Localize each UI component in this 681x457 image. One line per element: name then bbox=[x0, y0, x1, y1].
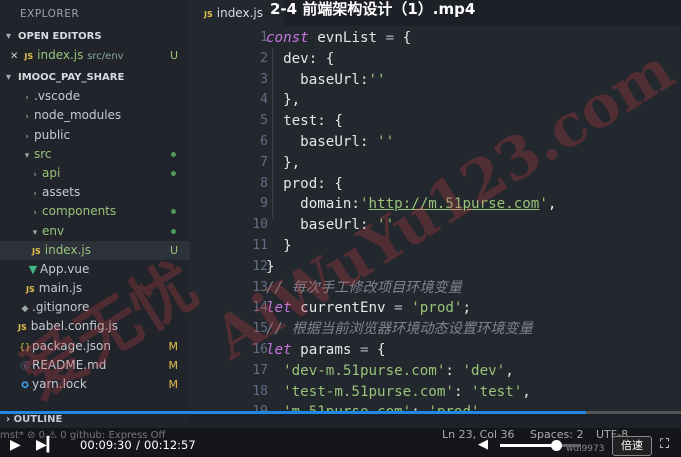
code-line: 12} bbox=[252, 258, 275, 275]
chevron-right-icon: › bbox=[6, 414, 11, 425]
js-file-icon: JS bbox=[204, 10, 213, 19]
tree-item-assets[interactable]: › assets bbox=[0, 183, 190, 202]
code-line: 6 baseUrl: '' bbox=[260, 133, 395, 150]
url-link[interactable]: http://m.51purse.com bbox=[369, 196, 540, 212]
player-controls: mst* ⊘ 0 ⚠ 0 github: Express Off Ln 23, … bbox=[0, 428, 681, 457]
yarn-icon: ✪ bbox=[21, 381, 29, 391]
tree-item-src[interactable]: ▾ src bbox=[0, 145, 190, 164]
code-line: 7 }, bbox=[260, 154, 301, 171]
chevron-down-icon: ▾ bbox=[6, 72, 12, 84]
outline-header[interactable]: › OUTLINE bbox=[0, 412, 190, 428]
close-icon[interactable]: ✕ bbox=[10, 51, 18, 62]
vue-file-icon: ▼ bbox=[28, 262, 38, 276]
video-progress-bar[interactable] bbox=[0, 411, 681, 414]
video-title: 2-4 前端架构设计（1）.mp4 bbox=[270, 0, 476, 18]
open-editor-item[interactable]: ✕ JS index.js src/env U bbox=[0, 46, 190, 65]
chevron-down-icon: ▾ bbox=[6, 31, 12, 42]
code-line: 8 prod: { bbox=[260, 175, 343, 192]
project-header[interactable]: ▾ IMOOC_PAY_SHARE bbox=[0, 69, 190, 87]
code-line: 1 const evnList = { bbox=[260, 30, 412, 46]
code-line: 10 baseUrl: '' bbox=[252, 217, 395, 234]
tree-item-yarn-lock[interactable]: ✪ yarn.lock M bbox=[0, 375, 190, 394]
modified-badge: M bbox=[168, 339, 179, 353]
js-file-icon: JS bbox=[26, 285, 35, 295]
time-separator: / bbox=[136, 438, 140, 452]
code-line: 18 'test-m.51purse.com': 'test', bbox=[252, 383, 531, 400]
controls-row: ▶ ▶▎ 00:09:30 / 00:12:57 ◀ 倍速 ⛶ bbox=[0, 434, 681, 456]
play-icon[interactable]: ▶ bbox=[10, 434, 21, 456]
fullscreen-icon[interactable]: ⛶ bbox=[660, 434, 669, 456]
speed-button[interactable]: 倍速 bbox=[612, 436, 652, 456]
tree-item-components[interactable]: › components bbox=[0, 202, 190, 221]
explorer-sidebar: EXPLORER ▾ OPEN EDITORS ✕ JS index.js src/e… bbox=[0, 0, 190, 412]
js-file-icon: JS bbox=[24, 52, 34, 61]
tree-item-babel-config[interactable]: JS babel.config.js bbox=[0, 317, 190, 336]
tree-item-readme[interactable]: ⓘ README.md M bbox=[0, 356, 190, 375]
untracked-badge: U bbox=[169, 49, 178, 62]
code-line: 4 }, bbox=[260, 92, 301, 109]
tree-item-app-vue[interactable]: ▼ App.vue bbox=[0, 260, 190, 279]
code-line: 5 test: { bbox=[260, 113, 343, 130]
volume-fill bbox=[500, 444, 556, 447]
code-line: 3 baseUrl:'' bbox=[260, 71, 386, 88]
open-editor-name: index.js bbox=[37, 48, 84, 62]
modified-badge: M bbox=[168, 378, 179, 391]
tree-item-public[interactable]: › public bbox=[0, 126, 190, 145]
tree-item-env-index-js[interactable]: JS index.js U bbox=[0, 240, 190, 260]
volume-knob[interactable] bbox=[551, 440, 562, 451]
volume-icon[interactable]: ◀ bbox=[478, 434, 488, 456]
js-file-icon: JS bbox=[18, 323, 27, 333]
tree-item-main-js[interactable]: JS main.js bbox=[0, 279, 190, 298]
tree-item-vscode[interactable]: › .vscode bbox=[0, 87, 190, 106]
next-icon[interactable]: ▶▎ bbox=[36, 434, 58, 456]
untracked-badge: U bbox=[169, 243, 178, 257]
volume-slider[interactable] bbox=[500, 440, 580, 451]
tree-item-package-json[interactable]: {}package.json M bbox=[0, 337, 190, 356]
code-line: 11 } bbox=[252, 237, 292, 254]
modified-dot bbox=[171, 209, 176, 215]
code-editor[interactable]: JS index.js 1 const evnList = { 2 dev: { 3… bbox=[190, 0, 681, 412]
js-file-icon: JS bbox=[32, 246, 41, 256]
code-line: 15// 根据当前浏览器环境动态设置环境变量 bbox=[252, 321, 533, 338]
tree-item-node-modules[interactable]: › node_modules bbox=[0, 106, 190, 125]
current-time: 00:09:30 bbox=[80, 438, 132, 452]
modified-dot bbox=[171, 151, 176, 157]
code-line: 13// 每次手工修改项目环境变量 bbox=[252, 279, 462, 296]
total-time: 00:12:57 bbox=[144, 438, 196, 452]
code-area[interactable]: 1 const evnList = { 2 dev: { 3 baseUrl:''… bbox=[190, 28, 681, 412]
tree-item-env[interactable]: ▾ env bbox=[0, 222, 190, 241]
tree-item-gitignore[interactable]: ◆ .gitignore bbox=[0, 298, 190, 317]
code-line: 16 let params = { bbox=[252, 341, 386, 358]
tree-item-api[interactable]: › api bbox=[0, 164, 190, 183]
code-line: 9 domain:'http://m.51purse.com', bbox=[260, 196, 557, 213]
open-editor-path: src/env bbox=[87, 51, 124, 62]
code-line: 2 dev: { bbox=[260, 50, 335, 67]
open-editors-header[interactable]: ▾ OPEN EDITORS bbox=[0, 28, 190, 46]
video-progress-fill bbox=[0, 411, 587, 414]
modified-dot bbox=[171, 228, 176, 234]
modified-badge: M bbox=[168, 358, 179, 372]
modified-dot bbox=[171, 170, 176, 176]
code-line: 17 'dev-m.51purse.com': 'dev', bbox=[252, 362, 514, 379]
explorer-title: EXPLORER bbox=[20, 8, 80, 20]
code-line: 14 let currentEnv = 'prod'; bbox=[252, 300, 472, 317]
